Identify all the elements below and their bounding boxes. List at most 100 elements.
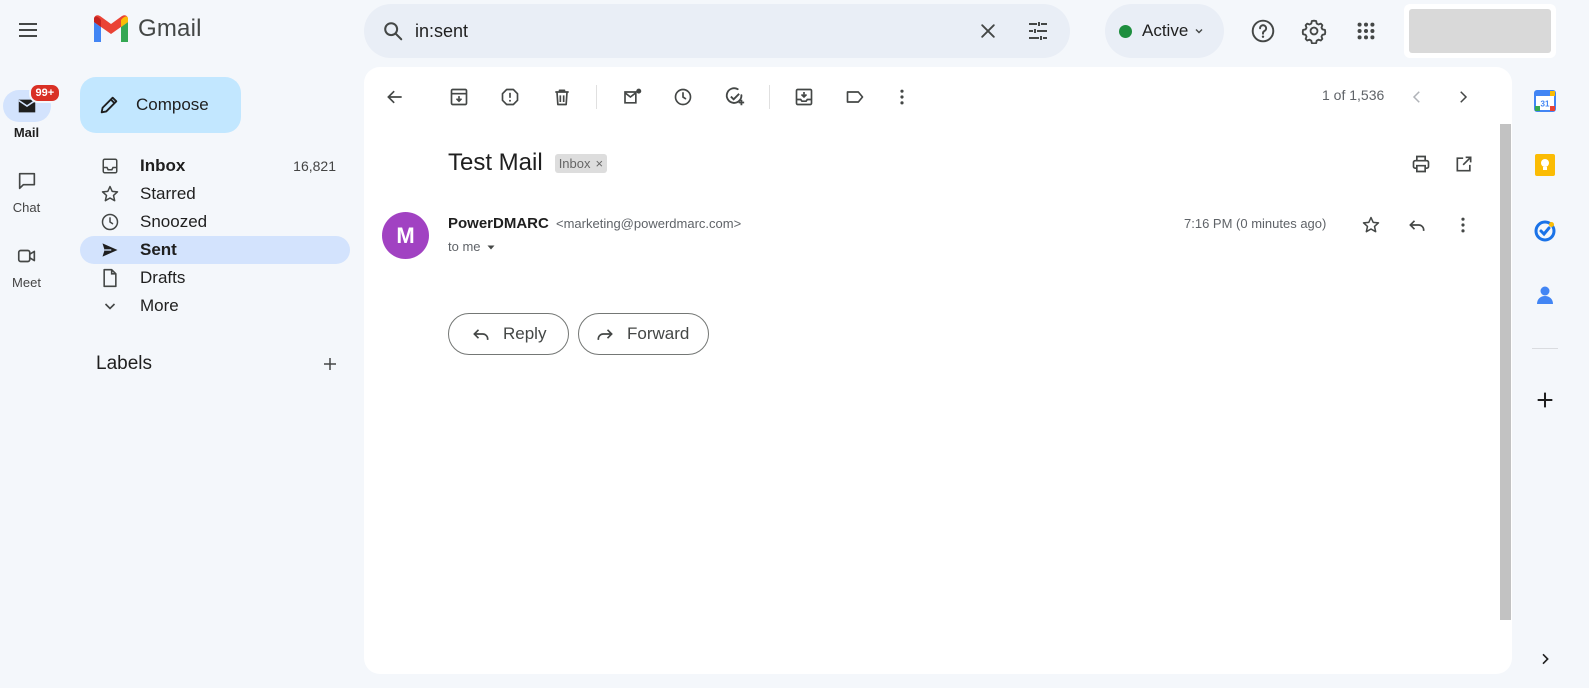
sender-name[interactable]: PowerDMARC [448, 215, 549, 232]
chevron-down-icon [104, 303, 116, 310]
mark-unread-icon [623, 88, 641, 104]
search-bar [364, 4, 1070, 58]
inbox-icon [102, 158, 118, 174]
keep-app-button[interactable] [1532, 152, 1558, 178]
archive-button[interactable] [442, 80, 476, 114]
reply-label: Reply [503, 324, 547, 343]
forward-icon [597, 329, 613, 340]
nav-item-starred[interactable]: Starred [80, 180, 350, 208]
compose-label: Compose [136, 95, 209, 114]
sender-line: PowerDMARC <marketing@powerdmarc.com> [448, 215, 741, 232]
open-new-window-button[interactable] [1447, 147, 1481, 181]
toolbar-divider [769, 85, 770, 109]
create-label-button[interactable] [316, 350, 344, 378]
tune-icon [1029, 22, 1047, 40]
rail-item-mail[interactable]: 99+ Mail [0, 83, 62, 140]
status-selector[interactable]: Active [1105, 4, 1224, 58]
clear-search-button[interactable] [970, 13, 1006, 49]
nav-item-drafts[interactable]: Drafts [80, 264, 350, 292]
account-avatar-redacted [1409, 9, 1551, 53]
move-to-button[interactable] [787, 80, 821, 114]
get-addons-button[interactable] [1530, 385, 1560, 415]
label-chip-text: Inbox [558, 155, 591, 171]
star-icon [101, 185, 119, 202]
compose-button[interactable]: Compose [80, 77, 241, 133]
nav-item-inbox[interactable]: Inbox 16,821 [80, 152, 350, 180]
scrollbar-thumb[interactable] [1500, 124, 1511, 620]
archive-icon [450, 88, 468, 106]
recipient-details-toggle[interactable]: to me [448, 239, 496, 254]
move-to-icon [795, 88, 813, 106]
reply-icon-button[interactable] [1400, 208, 1434, 242]
nav-label-sent: Sent [140, 240, 177, 259]
caret-down-icon [487, 245, 495, 249]
report-spam-icon [501, 88, 519, 106]
label-icon [846, 91, 864, 103]
app-rail: 99+ Mail Chat Meet [0, 0, 66, 688]
nav-item-snoozed[interactable]: Snoozed [80, 208, 350, 236]
back-button[interactable] [378, 80, 412, 114]
remove-label-button[interactable]: × [596, 156, 604, 171]
sender-avatar[interactable]: M [382, 212, 429, 259]
reply-button[interactable]: Reply [448, 313, 569, 355]
chevron-right-icon [1542, 653, 1549, 665]
google-apps-button[interactable] [1348, 13, 1384, 49]
search-icon [384, 22, 403, 41]
search-options-button[interactable] [1020, 13, 1056, 49]
star-message-button[interactable] [1354, 208, 1388, 242]
older-button[interactable] [1446, 80, 1480, 114]
search-button[interactable] [378, 16, 408, 46]
plus-icon [324, 358, 336, 370]
keep-icon [1535, 154, 1555, 176]
unread-badge: 99+ [28, 83, 62, 103]
message-toolbar: 1 of 1,536 [364, 67, 1512, 125]
main-menu-button[interactable] [10, 12, 46, 48]
labels-button[interactable] [838, 80, 872, 114]
delete-button[interactable] [545, 80, 579, 114]
nav-item-sent[interactable]: Sent [80, 236, 350, 264]
snooze-button[interactable] [666, 80, 700, 114]
nav-item-more[interactable]: More [80, 292, 350, 320]
rail-item-meet[interactable]: Meet [0, 240, 53, 290]
support-button[interactable] [1245, 13, 1281, 49]
pagination-count: 1 of 1,536 [1322, 87, 1385, 103]
more-message-options-button[interactable] [1446, 208, 1480, 242]
nav-label-more: More [140, 296, 179, 315]
pencil-icon [100, 96, 118, 114]
label-chip-inbox: Inbox × [554, 153, 608, 173]
tasks-app-button[interactable] [1532, 218, 1558, 244]
add-to-tasks-button[interactable] [718, 80, 752, 114]
chevron-right-icon [1460, 91, 1468, 103]
rail-label-meet: Meet [12, 275, 41, 290]
more-actions-button[interactable] [885, 80, 919, 114]
nav-label-starred: Starred [140, 184, 196, 203]
more-vert-icon [1461, 217, 1465, 233]
chat-icon [18, 172, 35, 190]
open-in-new-icon [1456, 156, 1472, 172]
chevron-left-icon [1412, 91, 1420, 103]
forward-button[interactable]: Forward [578, 313, 709, 355]
gmail-logo-icon [94, 15, 128, 42]
nav-label-inbox: Inbox [140, 156, 186, 175]
print-all-button[interactable] [1404, 147, 1438, 181]
gear-icon [1301, 19, 1327, 44]
labels-title: Labels [96, 353, 152, 374]
contacts-app-button[interactable] [1532, 282, 1558, 308]
rail-item-chat[interactable]: Chat [0, 165, 53, 215]
sender-email: <marketing@powerdmarc.com> [556, 216, 742, 231]
calendar-icon: 31 [1534, 90, 1556, 112]
newer-button[interactable] [1400, 80, 1434, 114]
forward-label: Forward [627, 324, 690, 343]
mark-unread-button[interactable] [615, 80, 649, 114]
plus-icon [1537, 392, 1553, 408]
account-button[interactable] [1404, 4, 1556, 58]
gmail-logo[interactable]: Gmail [92, 14, 202, 44]
rail-label-mail: Mail [13, 125, 40, 140]
side-rail-divider [1532, 348, 1558, 349]
show-side-panel-button[interactable] [1532, 646, 1558, 672]
calendar-app-button[interactable]: 31 [1532, 88, 1558, 114]
search-input[interactable] [415, 14, 955, 48]
settings-button[interactable] [1296, 13, 1332, 49]
status-label: Active [1142, 21, 1189, 40]
report-spam-button[interactable] [493, 80, 527, 114]
